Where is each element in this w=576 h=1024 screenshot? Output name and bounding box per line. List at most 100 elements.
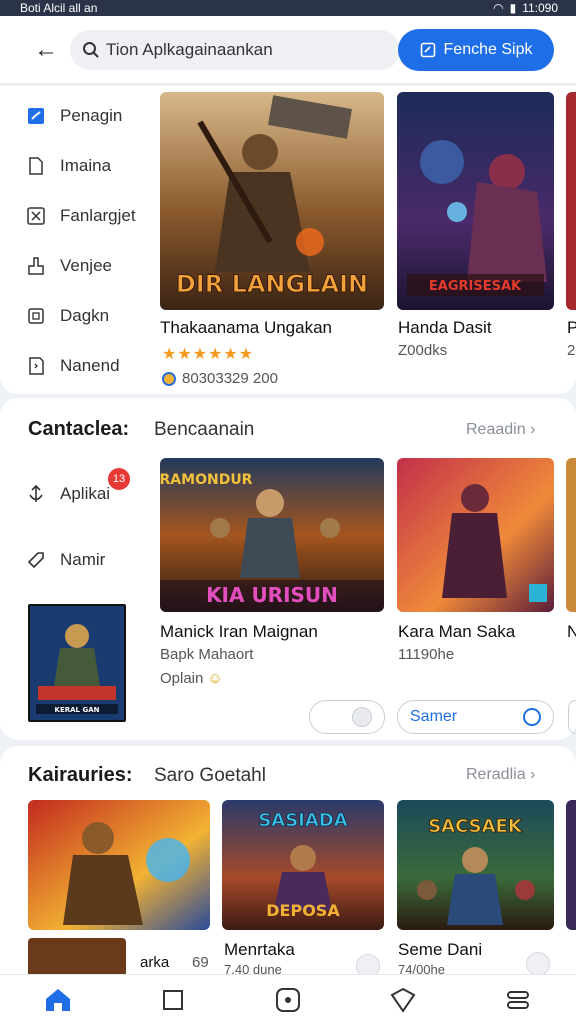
bottom-nav (0, 974, 576, 1024)
search-input[interactable]: Tion Aplkagainaankan (70, 30, 400, 70)
top-bar: ← Tion Aplkagainaankan Fenche Sipk (0, 16, 576, 84)
poster-thumbnail[interactable]: KERAL GAN (28, 604, 126, 722)
tile-art-title: EAGRISESAK (429, 279, 522, 294)
tag-icon (26, 550, 46, 570)
menu-icon[interactable] (498, 980, 538, 1020)
tile-title: Kara Man Saka (398, 622, 516, 641)
game-tile-art[interactable] (397, 458, 554, 612)
x-box-icon (26, 206, 46, 226)
tile-subtitle-2: Oplain ☺ (160, 670, 223, 687)
sidebar-item-namir[interactable]: Namir (26, 550, 105, 570)
tile-title: P (567, 318, 576, 337)
sidebar-item-aplikai[interactable]: Aplikai (26, 484, 110, 504)
coin-icon (162, 371, 176, 386)
sidebar-item-fanlargjet[interactable]: Fanlargjet (26, 206, 136, 226)
tile-art-title: SACSAEK (428, 816, 523, 837)
search-icon (83, 42, 99, 58)
wifi-icon: ◠ (493, 1, 504, 15)
tile-subtitle: 80303329 200 (162, 370, 278, 387)
sidebar-item-penagin[interactable]: Penagin (26, 106, 122, 126)
grid-icon (26, 306, 46, 326)
status-right: ◠ ▮ 11:090 (493, 1, 558, 15)
rating-stars: ★★★★★★ (162, 346, 255, 363)
sidebar-item-label: Namir (60, 550, 106, 569)
pill-label: Samer (410, 708, 458, 725)
see-more-link[interactable]: Reaadin › (466, 421, 535, 439)
see-more-link[interactable]: Reradlia › (466, 766, 535, 784)
notification-badge: 13 (108, 468, 130, 490)
see-more-label: Reaadin (466, 421, 526, 438)
sidebar-item-label: Aplikai (60, 484, 111, 503)
chevron-right-icon: › (530, 421, 536, 438)
see-more-label: Reradlia (466, 766, 526, 783)
game-tile-art[interactable]: EAGRISESAK (397, 92, 554, 310)
status-left: Boti Alcil all an (20, 1, 98, 15)
person-icon (26, 256, 46, 276)
edit-icon (420, 42, 435, 58)
cta-button[interactable]: Fenche Sipk (398, 29, 554, 71)
square-icon[interactable] (153, 980, 193, 1020)
game-tile-art[interactable]: DIR LANGLAIN (160, 92, 384, 310)
tile-art-title: SASIADA (258, 810, 347, 831)
thumb-art-label: KERAL GAN (55, 706, 100, 714)
game-tile-art[interactable] (28, 800, 210, 930)
sidebar-item-label: Penagin (60, 106, 123, 125)
samer-button[interactable]: Samer (397, 700, 554, 734)
download-icon[interactable] (526, 952, 550, 976)
tile-subtitle: Z00dks (398, 342, 448, 359)
sidebar-item-label: Fanlargjet (60, 206, 136, 225)
status-bar: Boti Alcil all an ◠ ▮ 11:090 (0, 0, 576, 16)
sidebar-item-label: Imaina (60, 156, 112, 175)
section-card: Cantaclea: Bencaanain Reaadin › Aplikai … (0, 398, 576, 740)
tile-subtitle: 2 (567, 342, 576, 359)
sidebar-item-label: Nanend (60, 356, 120, 375)
arrow-left-icon[interactable]: ← (30, 34, 62, 66)
game-tile-art[interactable]: RAMONDUR KIA URISUN (160, 458, 384, 612)
section-subtitle: Bencaanain (154, 419, 255, 440)
sidebar-item-imaina[interactable]: Imaina (26, 156, 111, 176)
document-icon (26, 156, 46, 176)
game-tile-art[interactable]: SACSAEK (397, 800, 554, 930)
chevron-right-icon: › (530, 766, 536, 783)
tile-title: Menrtaka (224, 940, 295, 959)
bookmark-icon (26, 356, 46, 376)
tile-title: Handa Dasit (398, 318, 492, 337)
shield-icon[interactable] (383, 980, 423, 1020)
sidebar-item-label: Dagkn (60, 306, 110, 325)
tile-title: Thakaanama Ungakan (160, 318, 333, 337)
tile-subtitle: Bapk Mahaort (160, 646, 254, 663)
sidebar-item-venjee[interactable]: Venjee (26, 256, 112, 276)
sidebar-item-label: Venjee (60, 256, 112, 275)
game-tile-art-partial[interactable] (566, 800, 576, 930)
tile-title: Seme Dani (398, 940, 483, 959)
section-title: Cantaclea: (28, 418, 130, 440)
section-subtitle: Saro Goetahl (154, 765, 266, 786)
sidebar-item-dagkn[interactable]: Dagkn (26, 306, 109, 326)
thumbnail-partial[interactable] (28, 938, 126, 974)
tile-art-subtitle: DEPOSA (266, 901, 340, 920)
featured-card: Penagin Imaina Fanlargjet Venjee Dagkn N… (0, 86, 576, 394)
game-tile-art-partial[interactable] (566, 458, 576, 612)
status-time: 11:090 (522, 1, 558, 15)
section-title: Kairauries: (28, 764, 133, 786)
tile-art-badge: RAMONDUR (160, 472, 253, 488)
anchor-icon (26, 484, 46, 504)
tile-art-title: KIA URISUN (206, 583, 338, 607)
sidebar-item-nanend[interactable]: Nanend (26, 356, 120, 376)
game-tile-art[interactable]: SASIADA DEPOSA (222, 800, 384, 930)
tile-title: Manick Iran Maignan (160, 622, 318, 641)
game-tile-art-partial[interactable] (566, 92, 576, 310)
tile-sub2-text: Oplain (160, 670, 204, 687)
emoji-icon: ☺ (207, 670, 223, 687)
tile-title: N (567, 622, 576, 641)
tile-title: arka (140, 954, 170, 971)
tile-subtitle: 11190he (398, 646, 455, 663)
check-square-icon (26, 106, 46, 126)
pill-partial[interactable] (568, 700, 576, 734)
home-icon[interactable] (38, 980, 78, 1020)
toggle-pill[interactable] (309, 700, 385, 734)
cta-label: Fenche Sipk (443, 41, 533, 58)
signal-icon: ▮ (509, 1, 517, 15)
chat-icon (352, 707, 372, 727)
circle-icon[interactable] (268, 980, 308, 1020)
